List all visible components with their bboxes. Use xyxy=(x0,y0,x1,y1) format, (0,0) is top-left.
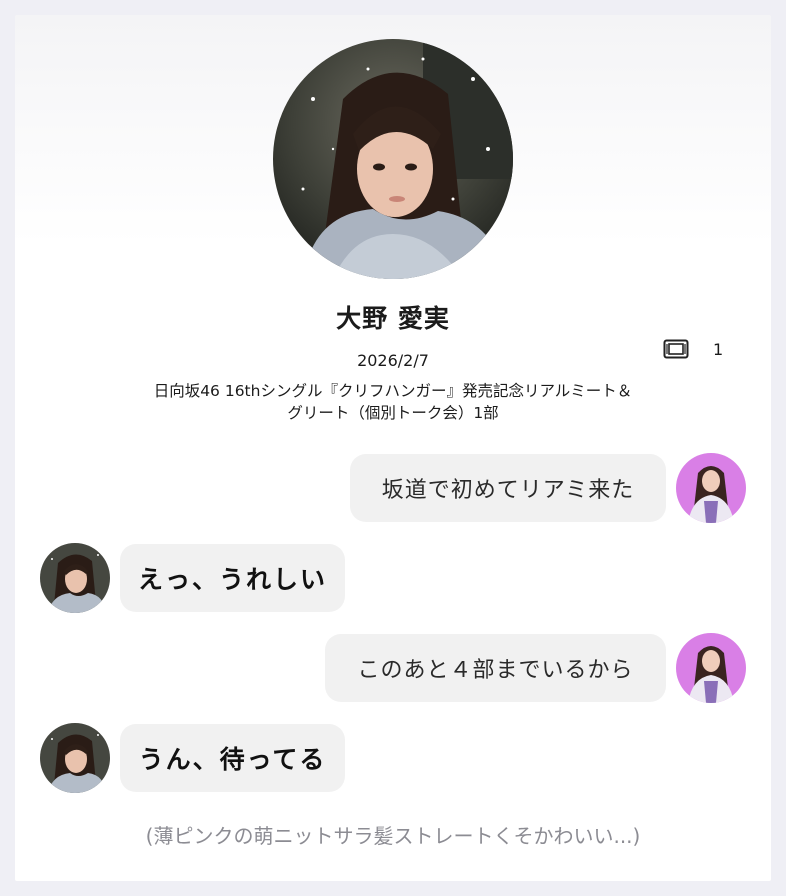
footer-note: (薄ピンクの萌ニットサラ髪ストレートくそかわいい...) xyxy=(145,824,641,848)
member-message-bubble: うん、待ってる xyxy=(120,724,345,792)
member-avatar xyxy=(40,543,110,613)
event-title-line-2: グリート（個別トーク会）1部 xyxy=(287,404,499,422)
event-title-line-1: 日向坂46 16thシングル『クリフハンガー』発売記念リアルミート＆ xyxy=(153,382,633,400)
fan-message-bubble: このあと４部までいるから xyxy=(325,634,666,702)
fan-message-bubble: 坂道で初めてリアミ来た xyxy=(350,454,666,522)
fan-avatar xyxy=(676,453,746,523)
member-message-bubble: えっ、うれしい xyxy=(120,544,345,612)
fan-avatar xyxy=(676,633,746,703)
ticket-count: 1 xyxy=(713,340,724,359)
member-profile-photo xyxy=(273,39,513,279)
message-text: えっ、うれしい xyxy=(137,565,327,594)
talk-card: 大野 愛実 2026/2/7 1 日向坂46 16thシングル『クリフハンガー』… xyxy=(15,15,771,881)
member-name: 大野 愛実 xyxy=(336,304,450,333)
ticket-icon xyxy=(663,338,689,360)
member-avatar xyxy=(40,723,110,793)
event-date: 2026/2/7 xyxy=(357,351,429,370)
message-text: このあと４部までいるから xyxy=(357,658,634,683)
message-text: うん、待ってる xyxy=(138,745,327,774)
event-title: 日向坂46 16thシングル『クリフハンガー』発売記念リアルミート＆ グリート（… xyxy=(15,380,771,424)
message-text: 坂道で初めてリアミ来た xyxy=(381,478,635,503)
